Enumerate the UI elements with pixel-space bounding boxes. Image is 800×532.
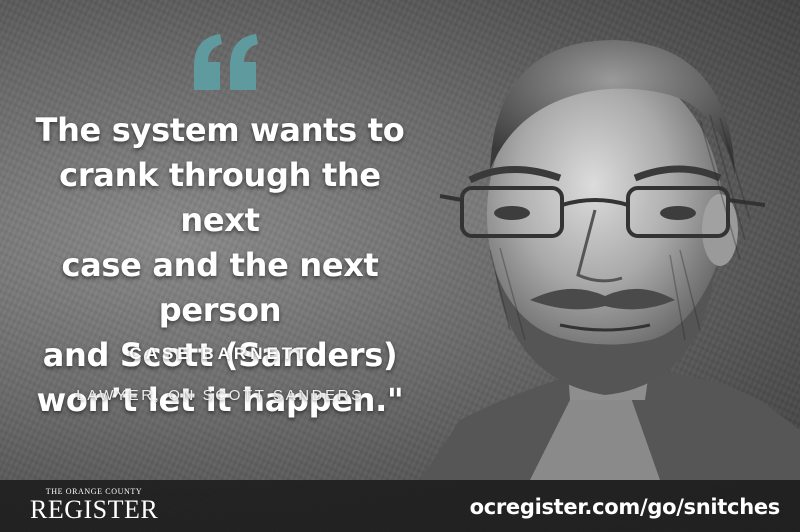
quote-mark-icon (194, 34, 258, 90)
quote-card: The system wants to crank through the ne… (0, 0, 800, 532)
speaker-name: CASE BARNETT (129, 344, 311, 363)
footer-url-link[interactable]: ocregister.com/go/snitches (470, 489, 781, 525)
logo-title: REGISTER (30, 495, 159, 524)
sketch-portrait-icon (420, 40, 800, 480)
register-logo[interactable]: THE ORANGE COUNTY REGISTER (30, 487, 158, 527)
quote-text: The system wants to crank through the ne… (35, 111, 405, 419)
speaker-role: LAWYER, ON SCOTT SANDERS (76, 387, 364, 404)
